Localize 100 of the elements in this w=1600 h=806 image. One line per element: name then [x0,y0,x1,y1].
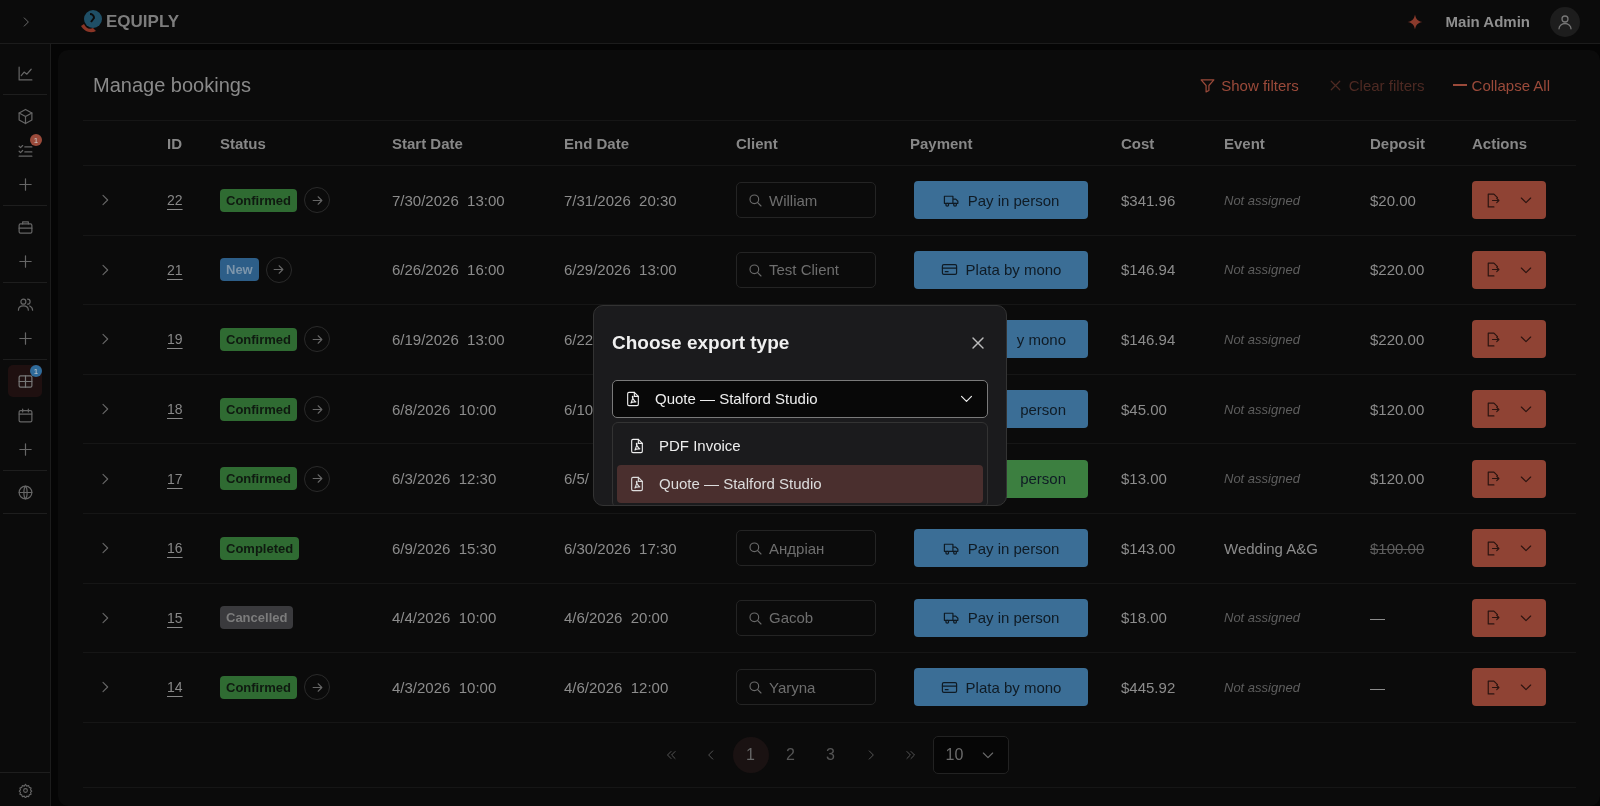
avatar-button[interactable] [1550,6,1580,37]
page-size-select[interactable]: 10 [932,735,1009,774]
dialog-title: Choose export type [612,331,790,354]
export-type-select[interactable]: Quote — Stalford Studio [612,379,988,418]
dropdown-option[interactable]: Quote — Stalford Studio [617,464,983,503]
column-header: Actions [1472,134,1527,152]
export-button[interactable] [1472,390,1546,429]
settings-icon [17,783,33,798]
client-search-field[interactable]: Test Client [736,251,876,288]
cost: $341.96 [1121,191,1176,209]
column-header: Cost [1121,134,1155,152]
grid-icon [16,372,34,390]
client-search-field[interactable]: Gacob [736,599,876,636]
deposit-amount: $120.00 [1370,400,1425,418]
cost: $18.00 [1121,609,1167,627]
briefcase-icon [16,218,34,236]
export-button[interactable] [1472,529,1546,568]
settings-button[interactable] [17,783,33,798]
deposit-amount: — [1370,678,1385,696]
event-name: Not assigned [1224,610,1300,626]
export-button[interactable] [1472,459,1546,498]
column-header: Payment [910,134,973,152]
export-button[interactable] [1472,598,1546,637]
end-date: 6/29/2026 13:00 [564,261,677,279]
pdf-file-icon [629,437,645,454]
pdf-file-icon [629,475,645,492]
export-button[interactable] [1472,250,1546,289]
event-name: Not assigned [1224,332,1300,347]
payment-button[interactable]: Pay in person [914,181,1088,220]
cost: $13.00 [1121,470,1167,488]
toolbar-button[interactable]: Collapse All [1452,76,1550,94]
booking-id-link[interactable]: 15 [167,609,183,626]
status-badge: Confirmed [220,397,297,421]
end-date: 6/5/ [564,470,590,488]
cost: $143.00 [1121,539,1176,557]
cost: $146.94 [1121,261,1176,279]
cost: $146.94 [1121,331,1176,348]
search-icon [747,192,763,209]
status-badge: Confirmed [220,467,297,491]
page-title: Manage bookings [92,73,252,97]
status-badge: Confirmed [220,675,297,699]
start-date: 6/3/2026 12:30 [392,470,497,488]
minus-icon [1452,84,1467,86]
page-button[interactable]: 3 [810,736,851,773]
status-badge: Confirmed [220,328,297,351]
booking-id-link[interactable]: 19 [167,331,183,348]
column-header: Client [736,134,778,152]
export-button[interactable] [1472,668,1546,707]
event-name: Not assigned [1224,471,1300,487]
sidebar-item[interactable]: 1 [8,134,42,166]
start-date: 6/8/2026 10:00 [392,400,497,418]
page-button[interactable]: 1 [732,736,769,773]
column-header: Status [220,134,266,152]
payment-button[interactable]: Plata by mono [914,668,1088,707]
start-date: 6/19/2026 13:00 [392,331,505,348]
plus-icon [16,440,34,458]
client-search-field[interactable]: William [736,182,876,219]
booking-id-link[interactable]: 17 [167,470,183,487]
plus-icon [16,175,34,193]
sidebar-item[interactable]: 1 [8,365,42,397]
booking-id-link[interactable]: 18 [167,401,183,418]
end-date: 4/6/2026 12:00 [564,678,669,696]
status-badge: Completed [220,536,300,560]
cost: $445.92 [1121,678,1176,696]
event-name: Not assigned [1224,192,1300,208]
dropdown-option[interactable]: PDF Invoice [617,426,983,465]
booking-id-link[interactable]: 22 [167,192,183,209]
start-date: 4/4/2026 10:00 [392,609,497,627]
payment-button[interactable]: Pay in person [914,598,1088,637]
user-name: Main Admin [1445,13,1530,30]
search-icon [747,679,763,696]
start-date: 6/9/2026 15:30 [392,539,497,557]
start-date: 7/30/2026 13:00 [392,191,505,209]
column-header: Event [1224,134,1265,152]
export-button[interactable] [1472,320,1546,359]
column-header: End Date [564,134,629,152]
status-badge: Cancelled [220,606,294,630]
booking-id-link[interactable]: 14 [167,679,183,696]
column-header: Start Date [392,134,463,152]
booking-id-link[interactable]: 16 [167,540,183,557]
toolbar-button[interactable]: Show filters [1199,76,1299,94]
count-badge: 1 [30,134,42,146]
event-name: Not assigned [1224,401,1300,417]
event-name: Wedding A&G [1224,539,1318,557]
cube-icon [16,107,34,125]
deposit-amount: $120.00 [1370,470,1425,488]
export-button[interactable] [1472,181,1546,220]
arrow-right-icon [309,332,325,347]
page-button[interactable]: 2 [770,736,811,773]
event-name: Not assigned [1224,262,1300,278]
deposit-amount: $20.00 [1370,191,1416,209]
payment-button[interactable]: Pay in person [914,529,1088,568]
client-search-field[interactable]: Андріан [736,530,876,567]
deposit-amount: $220.00 [1370,261,1425,279]
payment-button[interactable]: Plata by mono [914,250,1088,289]
plus-icon [16,252,34,270]
booking-id-link[interactable]: 21 [167,261,183,278]
search-icon [747,261,763,278]
client-search-field[interactable]: Yaryna [736,669,876,706]
count-badge: 1 [30,365,42,377]
